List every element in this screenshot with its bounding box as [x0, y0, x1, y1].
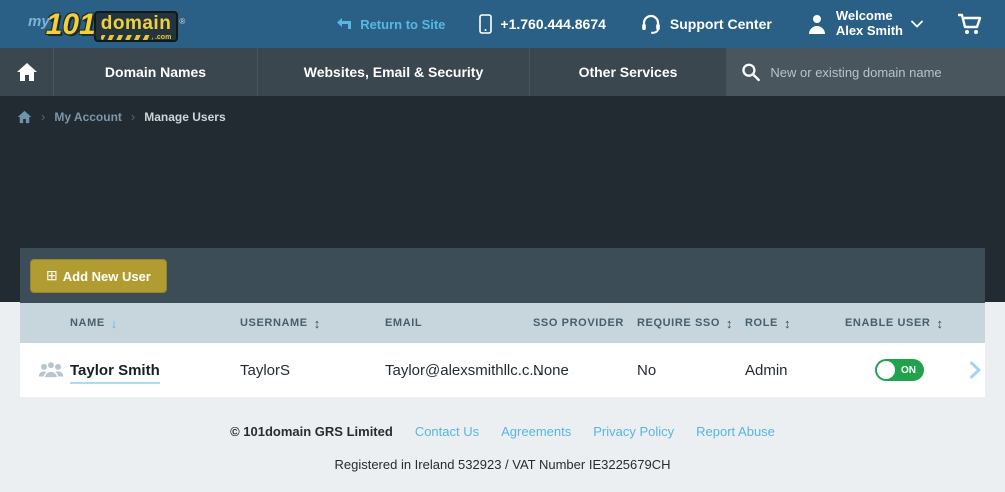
- column-header-name[interactable]: NAME ↓: [20, 316, 240, 331]
- breadcrumb-separator: ›: [41, 109, 46, 124]
- chevron-down-icon: [911, 20, 923, 28]
- breadcrumb-separator: ›: [130, 109, 136, 124]
- account-menu[interactable]: Welcome Alex Smith: [806, 8, 923, 39]
- column-header-enable-user[interactable]: ENABLE USER ↕: [845, 316, 965, 331]
- logo-my-text: my: [28, 13, 50, 30]
- footer-link-report-abuse[interactable]: Report Abuse: [696, 424, 775, 439]
- breadcrumb: › My Account › Manage Users: [0, 96, 1005, 124]
- user-icon: [808, 15, 825, 34]
- top-bar: my 101 domain .com ® Return to Site +1.7…: [0, 0, 1005, 48]
- headset-icon: [642, 14, 660, 34]
- phone-number[interactable]: +1.760.444.8674: [479, 14, 606, 34]
- main-nav: Domain Names Websites, Email & Security …: [0, 48, 1005, 96]
- nav-item-other-services[interactable]: Other Services: [530, 48, 727, 96]
- users-toolbar: ⊞ Add New User: [20, 248, 985, 303]
- column-header-require-sso[interactable]: REQUIRE SSO ↕: [637, 316, 745, 331]
- support-center-link[interactable]: Support Center: [640, 14, 772, 34]
- user-row-taylor-smith[interactable]: Taylor Smith TaylorS Taylor@alexsmithllc…: [20, 343, 985, 397]
- search-icon: [742, 63, 760, 82]
- footer-link-contact-us[interactable]: Contact Us: [415, 424, 479, 439]
- column-header-email[interactable]: EMAIL: [385, 317, 533, 329]
- toggle-knob: [877, 361, 895, 379]
- welcome-label: Welcome: [835, 8, 893, 24]
- domain-search-box[interactable]: [727, 48, 1005, 96]
- sort-toggle-icon[interactable]: ↕: [314, 316, 321, 331]
- users-table-header: NAME ↓ USERNAME ↕ EMAIL SSO PROVIDER REQ…: [20, 303, 985, 343]
- row-users-icon: [38, 360, 64, 379]
- sort-toggle-icon[interactable]: ↕: [726, 316, 733, 331]
- site-logo[interactable]: my 101 domain .com ®: [28, 8, 185, 42]
- plus-square-icon: ⊞: [46, 266, 58, 283]
- footer-link-agreements[interactable]: Agreements: [501, 424, 571, 439]
- return-arrow-icon: [337, 18, 352, 29]
- nav-home-button[interactable]: [0, 48, 54, 96]
- breadcrumb-manage-users[interactable]: Manage Users: [144, 110, 225, 124]
- mobile-phone-icon: [479, 14, 493, 34]
- breadcrumb-home-icon[interactable]: [17, 110, 32, 124]
- user-name-link[interactable]: Taylor Smith: [70, 361, 160, 384]
- return-to-site-link[interactable]: Return to Site: [336, 17, 445, 32]
- logo-domain-box: domain .com: [93, 11, 179, 42]
- chevron-right-icon[interactable]: [969, 361, 981, 379]
- copyright-text: © 101domain GRS Limited: [230, 424, 393, 439]
- cart-icon: [958, 13, 982, 34]
- nav-item-domain-names[interactable]: Domain Names: [54, 48, 258, 96]
- logo-101-text: 101: [45, 8, 96, 41]
- enable-user-toggle[interactable]: ON: [875, 359, 924, 381]
- sort-toggle-icon[interactable]: ↕: [936, 316, 943, 331]
- home-icon: [16, 63, 37, 81]
- column-header-sso-provider[interactable]: SSO PROVIDER: [533, 317, 637, 329]
- column-header-role[interactable]: ROLE ↕: [745, 316, 845, 331]
- column-header-username[interactable]: USERNAME ↕: [240, 316, 385, 331]
- logo-stripes: [100, 34, 153, 40]
- add-new-user-button[interactable]: ⊞ Add New User: [30, 259, 167, 293]
- cart-button[interactable]: [957, 13, 983, 35]
- domain-search-input[interactable]: [770, 64, 991, 80]
- user-sso-provider: None: [533, 361, 569, 379]
- user-require-sso: No: [637, 361, 657, 379]
- company-registration-text: Registered in Ireland 532923 / VAT Numbe…: [334, 457, 671, 472]
- topbar-actions: Return to Site +1.760.444.8674 Support C…: [336, 8, 983, 39]
- breadcrumb-my-account[interactable]: My Account: [54, 110, 122, 124]
- user-email: Taylor@alexsmithllc.c...: [385, 361, 542, 379]
- user-role: Admin: [745, 361, 788, 379]
- registered-mark: ®: [179, 17, 186, 26]
- footer-link-privacy-policy[interactable]: Privacy Policy: [593, 424, 674, 439]
- logo-tld-text: .com: [154, 33, 172, 41]
- user-username: TaylorS: [240, 361, 291, 379]
- sort-toggle-icon[interactable]: ↕: [784, 316, 791, 331]
- account-username: Alex Smith: [835, 23, 903, 38]
- nav-item-websites-email-security[interactable]: Websites, Email & Security: [258, 48, 530, 96]
- toggle-on-label: ON: [901, 364, 916, 376]
- manage-users-card: ⊞ Add New User NAME ↓ USERNAME ↕ EMAIL S…: [20, 248, 985, 397]
- sort-descending-icon[interactable]: ↓: [111, 316, 118, 331]
